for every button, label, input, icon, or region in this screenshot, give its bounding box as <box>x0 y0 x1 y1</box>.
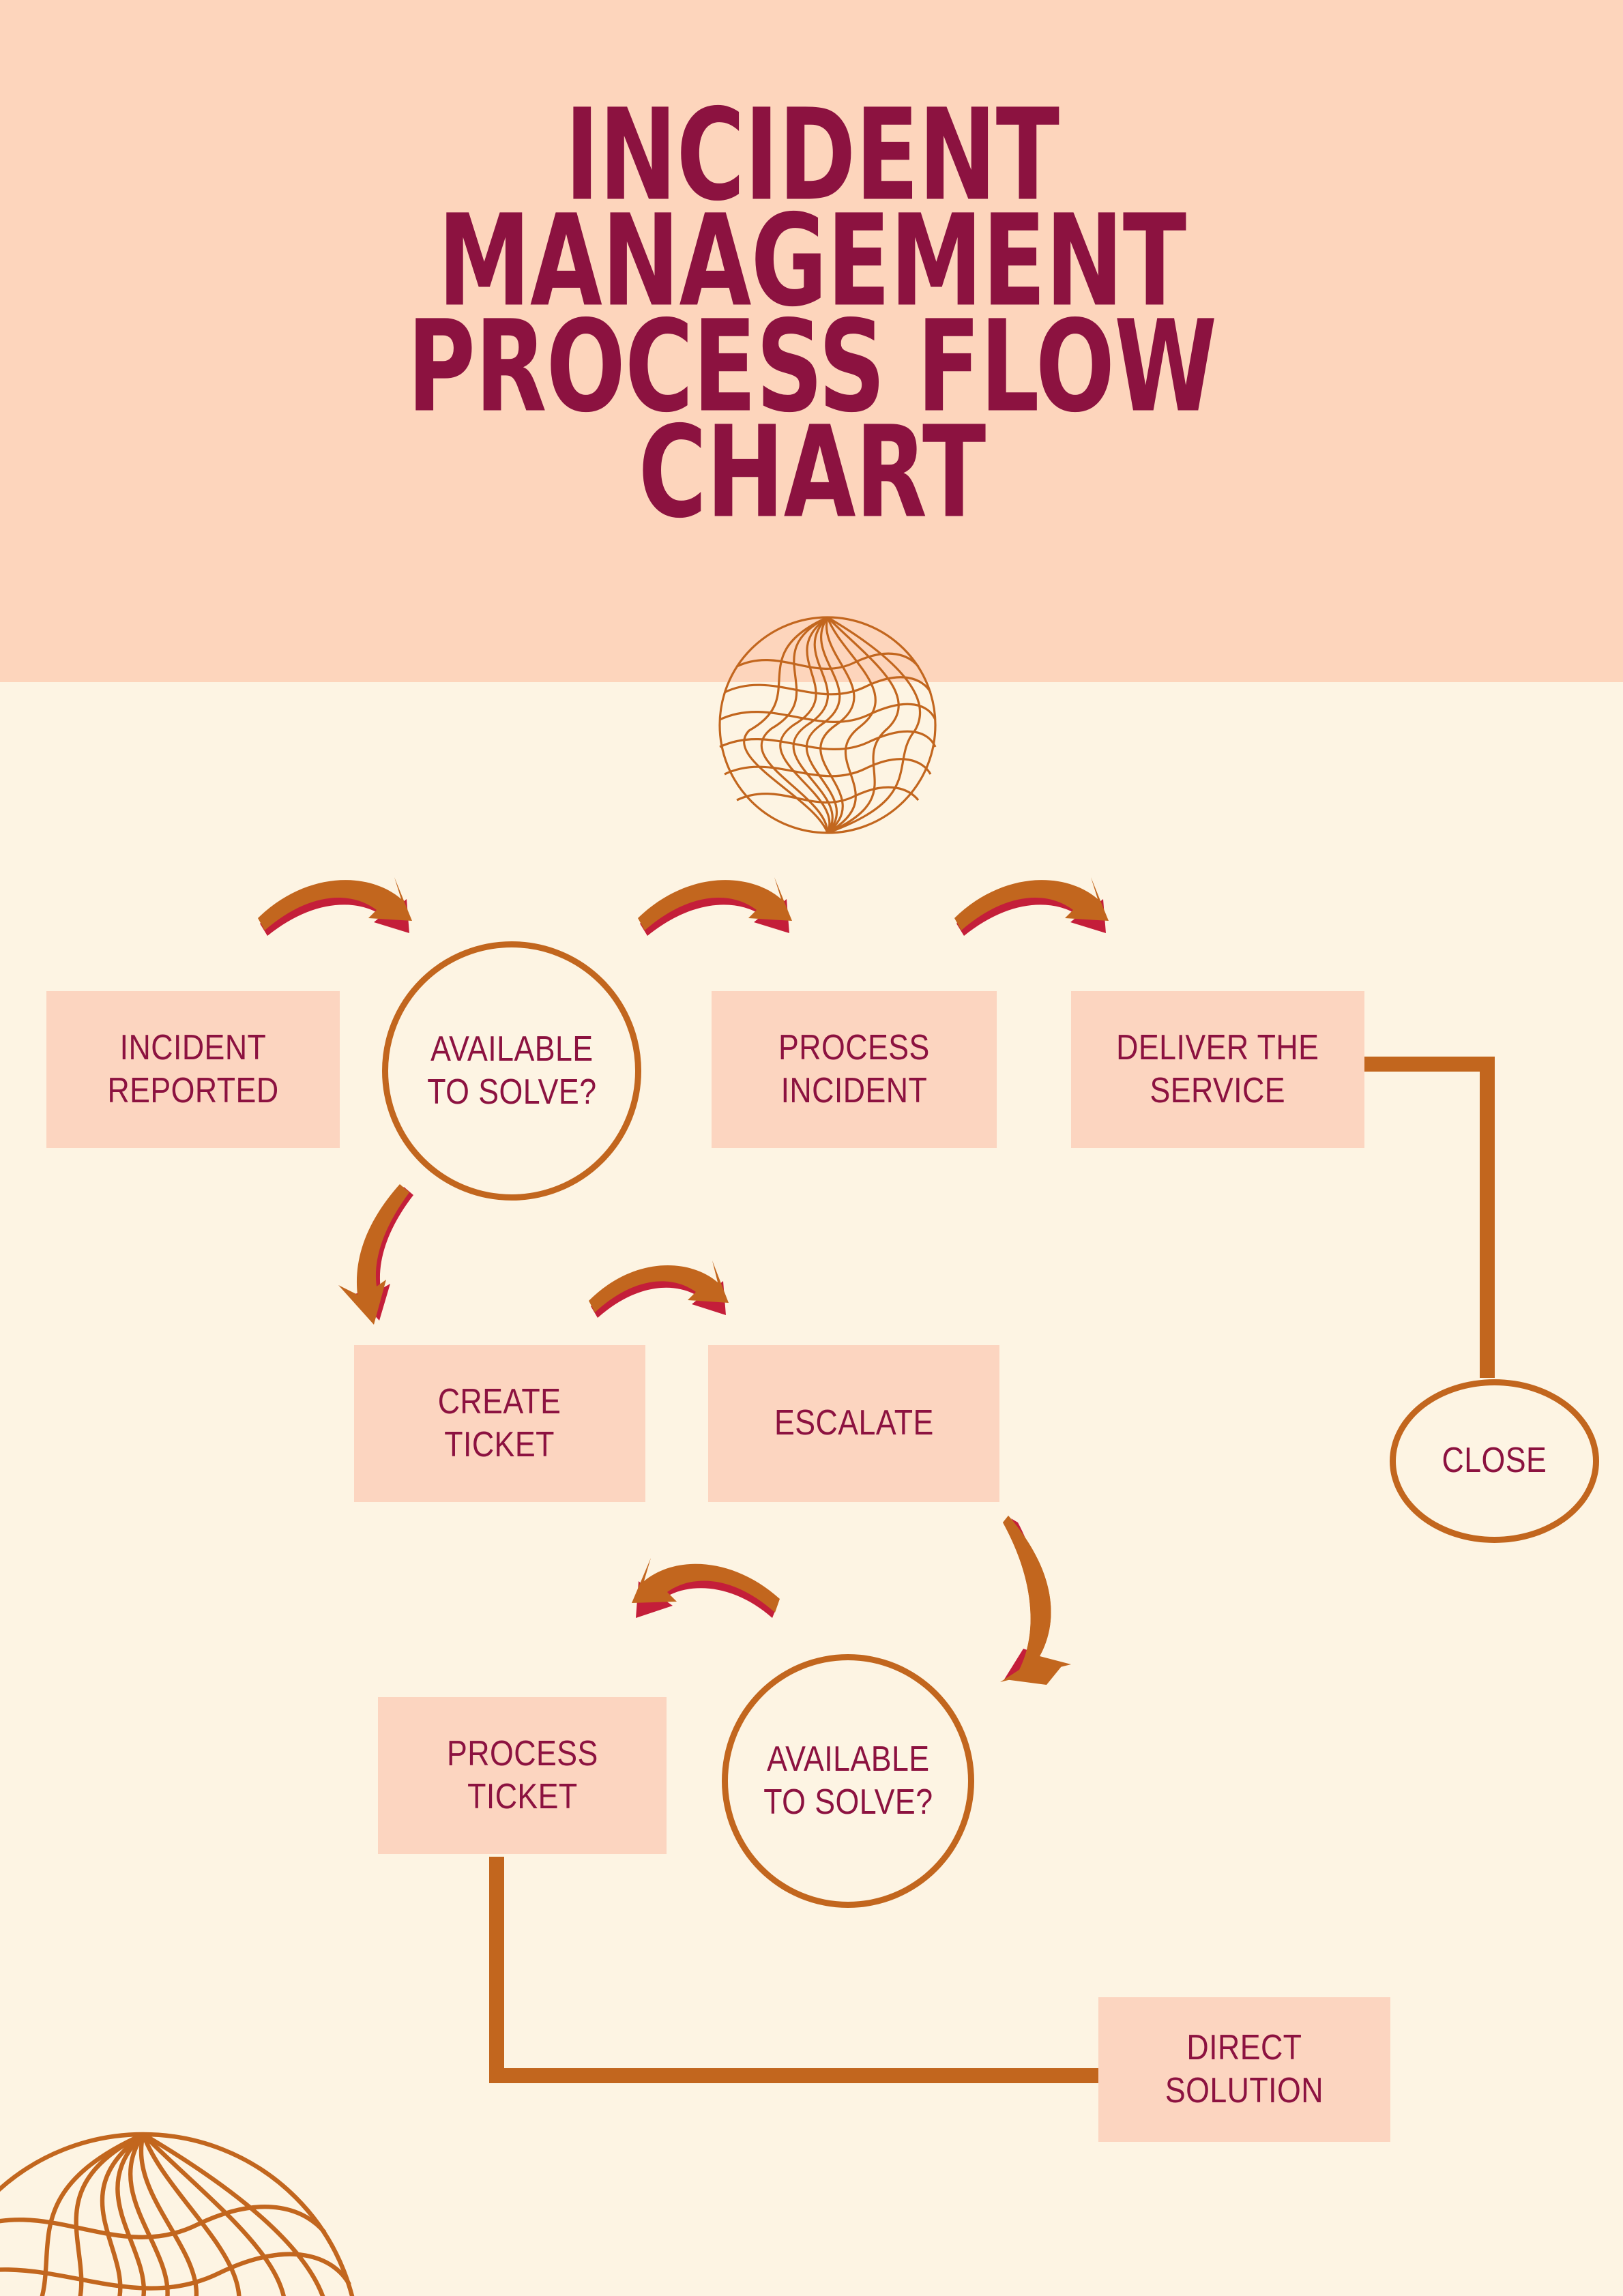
flow-node-direct-solution[interactable]: DIRECT SOLUTION <box>1098 1997 1390 2142</box>
flow-node-escalate[interactable]: ESCALATE <box>708 1345 999 1502</box>
arrow-incident-reported-to-available <box>258 877 412 936</box>
flow-node-label: INCIDENT REPORTED <box>107 1027 279 1110</box>
flow-node-available-to-solve-2[interactable]: AVAILABLE TO SOLVE? <box>722 1654 974 1908</box>
arrow-process-incident-to-deliver-service <box>954 877 1109 936</box>
arrow-available-to-process-incident <box>638 877 792 936</box>
flow-node-close[interactable]: CLOSE <box>1390 1379 1599 1543</box>
flow-node-label: CREATE TICKET <box>438 1381 561 1465</box>
flow-node-label: CLOSE <box>1442 1441 1547 1481</box>
arrow-create-ticket-to-escalate <box>589 1261 729 1318</box>
flow-node-label: DIRECT SOLUTION <box>1165 2027 1324 2110</box>
arrow-available-to-create-ticket <box>338 1184 413 1325</box>
flow-node-label: ESCALATE <box>774 1403 934 1443</box>
flow-node-label: PROCESS INCIDENT <box>778 1027 930 1110</box>
flow-node-process-ticket[interactable]: PROCESS TICKET <box>378 1697 667 1854</box>
flow-node-label: PROCESS TICKET <box>446 1733 598 1816</box>
flow-node-label: AVAILABLE TO SOLVE? <box>426 1029 597 1112</box>
arrow-available-2-to-process-ticket <box>632 1558 780 1618</box>
flow-node-label: DELIVER THE SERVICE <box>1116 1027 1319 1110</box>
arrow-escalate-to-available-2 <box>1000 1516 1071 1685</box>
edge-deliver-service-to-close <box>1356 1057 1495 1378</box>
flow-node-process-incident[interactable]: PROCESS INCIDENT <box>712 991 997 1148</box>
flow-node-label: AVAILABLE TO SOLVE? <box>763 1739 933 1822</box>
poster-canvas: INCIDENT MANAGEMENT PROCESS FLOW CHART I… <box>0 0 1623 2296</box>
flow-node-available-to-solve-1[interactable]: AVAILABLE TO SOLVE? <box>382 941 641 1201</box>
flow-node-create-ticket[interactable]: CREATE TICKET <box>354 1345 645 1502</box>
flow-node-deliver-the-service[interactable]: DELIVER THE SERVICE <box>1071 991 1364 1148</box>
flow-node-incident-reported[interactable]: INCIDENT REPORTED <box>46 991 340 1148</box>
flow-connectors <box>258 877 1495 2083</box>
